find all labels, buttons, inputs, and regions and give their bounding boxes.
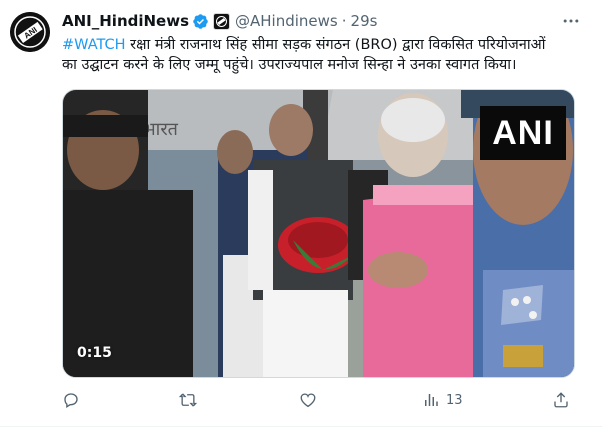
author-handle[interactable]: @AHindinews (235, 12, 338, 30)
verified-badge-icon[interactable] (192, 13, 209, 30)
tweet-text-line2: का उद्घाटन करने के लिए जम्मू पहुंचे। उपर… (62, 57, 517, 73)
svg-text:भारत: भारत (143, 119, 179, 140)
more-icon[interactable] (561, 11, 581, 31)
affiliate-badge-icon[interactable] (213, 12, 231, 30)
separator-dot: · (341, 12, 347, 30)
timestamp[interactable]: 29s (351, 12, 378, 30)
avatar[interactable]: ANI (10, 12, 50, 52)
tweet-text-line1: रक्षा मंत्री राजनाथ सिंह सीमा सड़क संगठन… (130, 37, 546, 53)
video-player[interactable]: भारत ANI 0:15 (62, 89, 575, 378)
video-duration: 0:15 (77, 345, 112, 361)
retweet-icon (179, 393, 197, 407)
like-button[interactable] (299, 388, 323, 412)
ani-watermark: ANI (480, 106, 566, 160)
retweet-button[interactable] (179, 388, 203, 412)
views-icon (425, 394, 438, 406)
views-count: 13 (446, 392, 463, 408)
share-button[interactable] (552, 388, 570, 412)
reply-icon (64, 393, 78, 408)
tweet-actions: 13 (62, 388, 582, 412)
share-icon (554, 392, 568, 408)
reply-button[interactable] (62, 388, 86, 412)
tweet[interactable]: ANI ANI_HindiNews @AHindinews · 29s #WAT… (0, 0, 602, 427)
ani-logo-icon: ANI (10, 12, 50, 52)
tweet-text: #WATCH रक्षा मंत्री राजनाथ सिंह सीमा सड़… (62, 35, 582, 75)
like-icon (300, 393, 316, 408)
hashtag-link[interactable]: #WATCH (62, 37, 126, 53)
author-name[interactable]: ANI_HindiNews (62, 12, 189, 30)
tweet-header: ANI_HindiNews @AHindinews · 29s (62, 11, 377, 31)
views-button[interactable]: 13 (422, 388, 463, 412)
